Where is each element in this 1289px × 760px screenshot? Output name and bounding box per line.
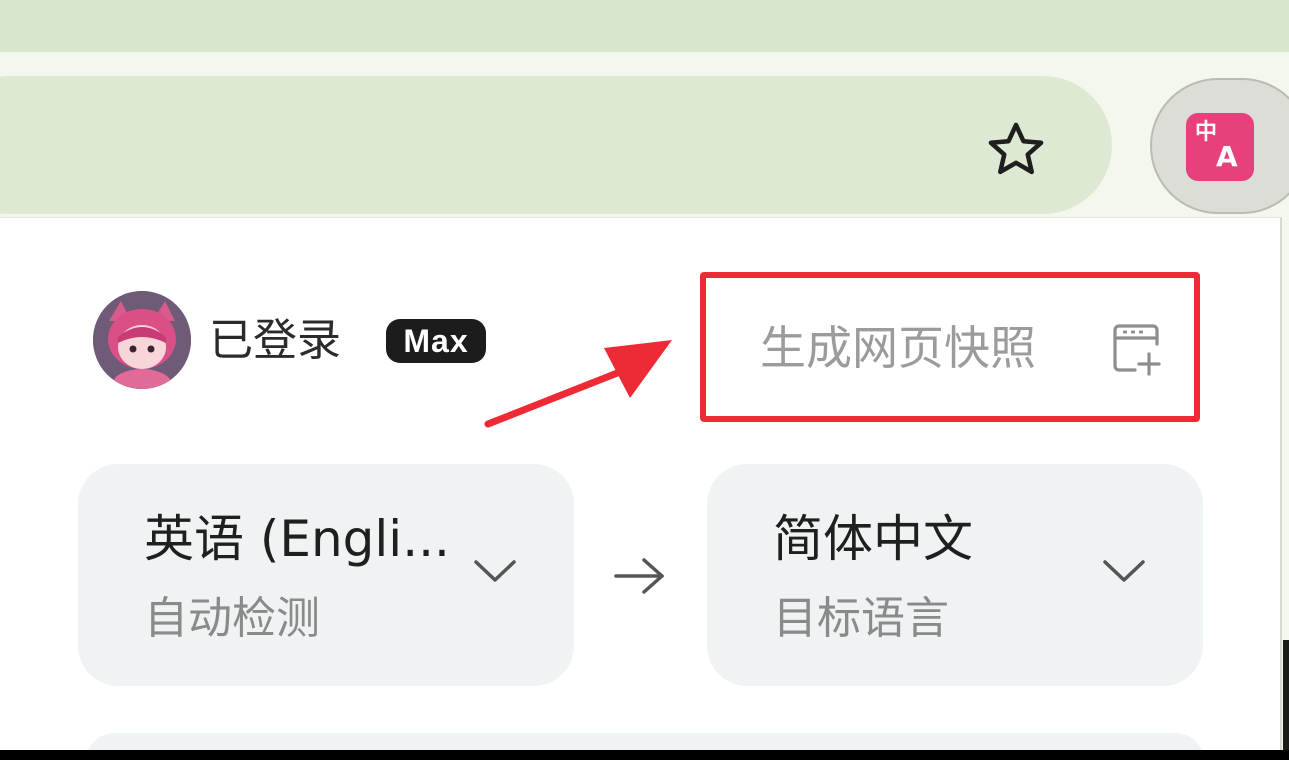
target-language-select[interactable]: 简体中文 目标语言 — [707, 464, 1203, 686]
chevron-down-icon — [474, 560, 516, 582]
annotation-arrow — [484, 340, 672, 428]
translator-popup: 已登录 Max 生成网页快照 英语 (Engli... 自动检测 简体中文 目标… — [0, 217, 1282, 760]
source-language-hint: 自动检测 — [144, 593, 320, 644]
bookmark-button[interactable] — [978, 112, 1054, 188]
address-bar[interactable] — [0, 76, 1112, 214]
browser-toolbar: 中 A — [0, 52, 1289, 217]
snapshot-add-icon — [1113, 324, 1161, 376]
translate-icon: 中 A — [1186, 113, 1254, 181]
window-edge — [1283, 640, 1289, 750]
source-language-name: 英语 (Engli... — [144, 510, 450, 568]
generate-snapshot-button[interactable]: 生成网页快照 — [740, 308, 1180, 388]
source-language-select[interactable]: 英语 (Engli... 自动检测 — [78, 464, 574, 686]
target-language-hint: 目标语言 — [773, 593, 949, 644]
star-icon — [988, 122, 1044, 175]
translate-icon-glyph-zh: 中 — [1195, 120, 1218, 145]
avatar-image — [93, 291, 191, 389]
snapshot-label: 生成网页快照 — [760, 321, 1036, 375]
arrow-right-icon — [614, 558, 664, 594]
plan-badge: Max — [386, 319, 486, 363]
login-status: 已登录 — [209, 315, 341, 366]
browser-window: 中 A 已登录 Max 生成网页快照 英语 (Engli... 自动检测 简体中… — [0, 0, 1289, 760]
translate-icon-glyph-a: A — [1216, 140, 1238, 173]
target-language-name: 简体中文 — [773, 510, 973, 568]
chevron-down-icon — [1103, 560, 1145, 582]
tab-strip — [0, 0, 1289, 52]
translate-extension-button[interactable]: 中 A — [1150, 78, 1289, 214]
avatar[interactable] — [93, 291, 191, 389]
screen-bottom-edge — [0, 750, 1289, 760]
